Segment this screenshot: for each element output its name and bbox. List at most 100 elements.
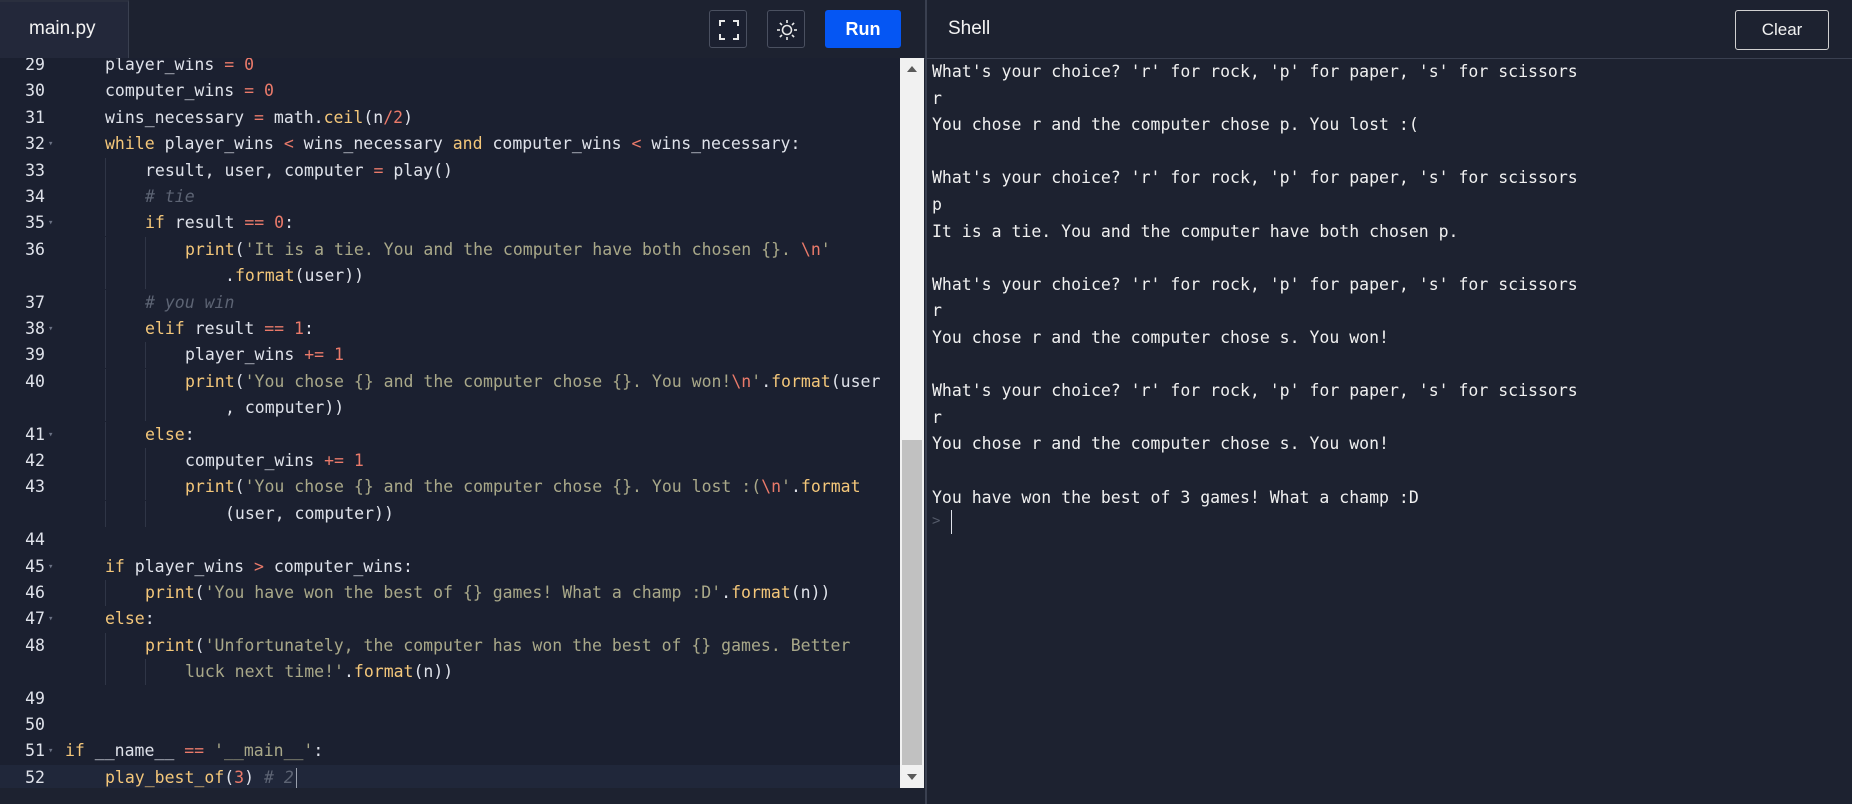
indent-guide bbox=[105, 236, 106, 263]
code-editor[interactable]: 29 player_wins = 0 30 computer_wins = 0 31 wi… bbox=[0, 58, 900, 788]
line-number: 40 bbox=[25, 371, 45, 391]
code-token: format bbox=[353, 662, 414, 682]
shell-panel: Shell Clear What's your choice? 'r' for … bbox=[927, 0, 1852, 804]
shell-output-line: You chose r and the computer chose s. Yo… bbox=[932, 434, 1389, 454]
shell-output-line: What's your choice? 'r' for rock, 'p' fo… bbox=[932, 168, 1578, 188]
indent-guide bbox=[105, 210, 106, 237]
scroll-up-arrow-icon[interactable] bbox=[900, 58, 924, 80]
code-line[interactable]: 42 computer_wins += 1 bbox=[0, 448, 900, 474]
code-line[interactable]: 39 player_wins += 1 bbox=[0, 342, 900, 369]
theme-toggle-button[interactable] bbox=[767, 10, 805, 48]
code-token: \n bbox=[800, 239, 821, 259]
indent-guide bbox=[145, 368, 146, 395]
fullscreen-button[interactable] bbox=[709, 10, 747, 48]
code-line[interactable]: 47 ▾ else: bbox=[0, 606, 900, 632]
line-number: 48 bbox=[25, 635, 45, 655]
code-line[interactable]: , computer)) bbox=[0, 395, 900, 422]
code-line[interactable]: 37 # you win bbox=[0, 289, 900, 316]
indent-guide bbox=[105, 263, 106, 290]
code-line[interactable]: 45 ▾ if player_wins > computer_wins: bbox=[0, 554, 900, 580]
code-token: 1 bbox=[334, 345, 344, 365]
tab-main-py[interactable]: main.py bbox=[0, 0, 129, 58]
code-token: += bbox=[304, 345, 325, 365]
code-token: result bbox=[164, 213, 245, 233]
scroll-down-arrow-icon[interactable] bbox=[900, 766, 924, 788]
code-token: == bbox=[184, 741, 205, 761]
code-line[interactable]: 31 wins_necessary = math.ceil(n/2) bbox=[0, 105, 900, 131]
code-token: 'Unfortunately, the computer has won the… bbox=[204, 635, 851, 655]
code-line[interactable]: 35 ▾ if result == 0: bbox=[0, 210, 900, 237]
scrollbar-thumb[interactable] bbox=[902, 440, 922, 765]
code-line[interactable]: 40 print('You chose {} and the computer c… bbox=[0, 368, 900, 395]
code-line[interactable]: 30 computer_wins = 0 bbox=[0, 78, 900, 104]
code-token: print bbox=[145, 583, 195, 602]
shell-output-line: What's your choice? 'r' for rock, 'p' fo… bbox=[932, 62, 1578, 81]
code-line[interactable]: 44 bbox=[0, 527, 900, 553]
fold-arrow-icon[interactable]: ▾ bbox=[48, 606, 53, 632]
code-token: ceil bbox=[323, 107, 364, 127]
code-token: format bbox=[731, 583, 791, 602]
fold-arrow-icon[interactable]: ▾ bbox=[48, 131, 53, 157]
code-text: player_wins = 0 bbox=[105, 58, 254, 78]
code-line[interactable]: (user, computer)) bbox=[0, 500, 900, 527]
code-token: : bbox=[284, 213, 295, 233]
code-token: : bbox=[184, 424, 195, 444]
indent-guide bbox=[105, 157, 106, 184]
code-token: result bbox=[184, 319, 265, 338]
code-token: computer_wins bbox=[185, 451, 325, 470]
code-line[interactable]: 34 # tie bbox=[0, 184, 900, 210]
code-token: print bbox=[185, 371, 235, 391]
code-line[interactable]: 41 ▾ else: bbox=[0, 421, 900, 448]
line-number: 37 bbox=[25, 292, 45, 312]
code-text: print('You chose {} and the computer cho… bbox=[185, 369, 880, 395]
clear-button[interactable]: Clear bbox=[1735, 10, 1829, 50]
code-line[interactable]: luck next time!'.format(n)) bbox=[0, 659, 900, 686]
fold-arrow-icon[interactable]: ▾ bbox=[48, 422, 53, 448]
code-token: player_wins bbox=[124, 556, 255, 576]
code-token: '__main__' bbox=[214, 741, 314, 761]
run-button[interactable]: Run bbox=[825, 10, 901, 48]
code-line[interactable]: 49 bbox=[0, 686, 900, 712]
code-line[interactable]: 48 print('Unfortunately, the computer has… bbox=[0, 632, 900, 659]
line-number: 43 bbox=[25, 477, 45, 497]
code-text: (user, computer)) bbox=[225, 501, 394, 527]
shell-input-caret[interactable] bbox=[951, 510, 952, 534]
code-token: while bbox=[105, 134, 155, 154]
code-token: if bbox=[105, 556, 125, 576]
shell-output-line: r bbox=[932, 301, 942, 321]
code-token: . bbox=[790, 477, 801, 497]
sun-icon bbox=[777, 20, 797, 40]
code-line[interactable]: .format(user)) bbox=[0, 263, 900, 290]
code-line[interactable]: 38 ▾ elif result == 1: bbox=[0, 316, 900, 342]
line-number: 49 bbox=[25, 688, 45, 708]
code-line[interactable]: 29 player_wins = 0 bbox=[0, 58, 900, 78]
editor-scrollbar[interactable] bbox=[900, 58, 924, 788]
fold-arrow-icon[interactable]: ▾ bbox=[48, 738, 53, 764]
code-line[interactable]: 52 play_best_of(3) # 2 bbox=[0, 764, 900, 788]
line-number: 52 bbox=[25, 767, 45, 787]
code-line[interactable]: 36 print('It is a tie. You and the comput… bbox=[0, 236, 900, 263]
code-line[interactable]: 33 result, user, computer = play() bbox=[0, 157, 900, 184]
fold-arrow-icon[interactable]: ▾ bbox=[48, 316, 53, 342]
code-token: ( bbox=[234, 371, 245, 391]
code-line[interactable]: 51 ▾ if __name__ == '__main__': bbox=[0, 738, 900, 764]
code-text: play_best_of(3) # 2 bbox=[105, 765, 294, 788]
fold-arrow-icon[interactable]: ▾ bbox=[48, 554, 53, 580]
indent-guide bbox=[105, 580, 106, 606]
code-line[interactable]: 43 print('You chose {} and the computer c… bbox=[0, 474, 900, 501]
code-token: \n bbox=[761, 477, 782, 497]
code-text: # tie bbox=[145, 184, 195, 210]
code-token: wins_necessary bbox=[293, 134, 453, 154]
fold-arrow-icon[interactable]: ▾ bbox=[48, 210, 53, 236]
indent-guide bbox=[105, 474, 106, 501]
code-text: .format(user)) bbox=[225, 263, 364, 289]
code-line[interactable]: 50 bbox=[0, 712, 900, 738]
code-line[interactable]: 46 print('You have won the best of {} gam… bbox=[0, 580, 900, 606]
code-text: print('You chose {} and the computer cho… bbox=[185, 474, 861, 500]
code-line[interactable]: 32 ▾ while player_wins < wins_necessary an… bbox=[0, 131, 900, 157]
